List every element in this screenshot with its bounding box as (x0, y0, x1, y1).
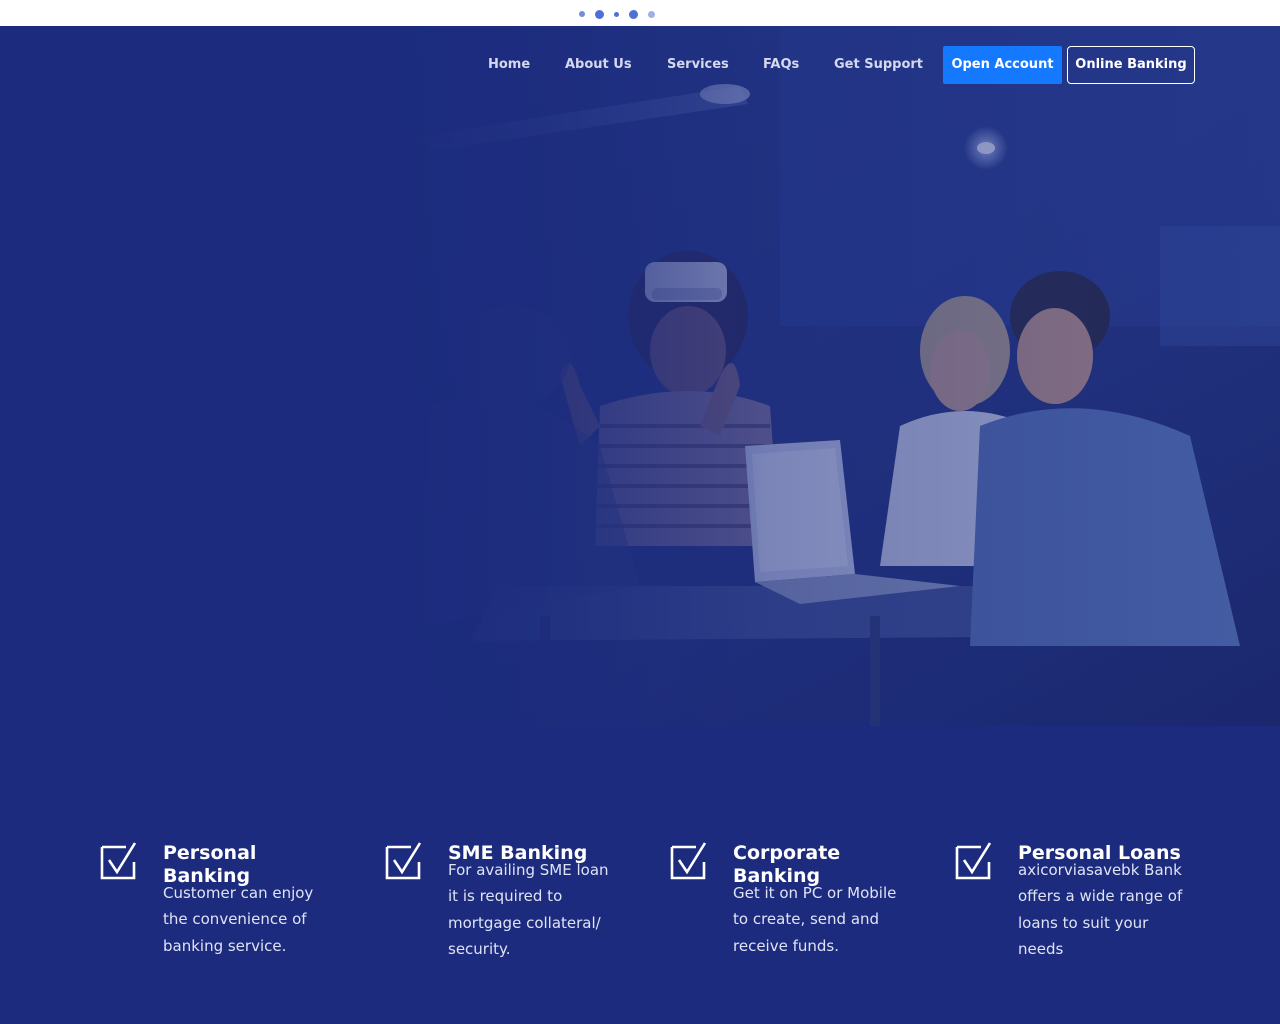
main-navigation: Home About Us Services FAQs Get Support … (0, 46, 1280, 84)
loading-dot (614, 11, 619, 17)
loading-dot (629, 9, 638, 19)
loading-dot (579, 11, 585, 17)
nav-faqs-link[interactable]: FAQs (763, 46, 799, 84)
loading-dot (595, 9, 604, 19)
nav-services-link[interactable]: Services (667, 46, 729, 84)
nav-home-link[interactable]: Home (488, 46, 530, 84)
checkbox-icon (955, 842, 992, 880)
checkbox-icon (670, 842, 707, 880)
loading-indicator (0, 0, 1280, 26)
service-description: Get it on PC or Mobile to create, send a… (733, 884, 897, 955)
loading-dot (648, 10, 655, 18)
service-description: axicorviasavebk Bank offers a wide range… (1018, 861, 1183, 958)
hero-banner (0, 26, 1280, 726)
service-description: Customer can enjoy the convenience of ba… (163, 884, 314, 955)
hero-overlay (0, 26, 1280, 726)
checkbox-icon (100, 842, 137, 880)
open-account-button[interactable]: Open Account (943, 46, 1062, 84)
online-banking-button[interactable]: Online Banking (1067, 46, 1195, 84)
services-section: Personal Banking Customer can enjoy the … (0, 726, 1280, 1024)
loading-dots (579, 8, 655, 20)
nav-get-support-link[interactable]: Get Support (834, 46, 923, 84)
checkbox-icon (385, 842, 422, 880)
nav-about-us-link[interactable]: About Us (565, 46, 632, 84)
service-description: For availing SME loan it is required to … (448, 861, 609, 958)
